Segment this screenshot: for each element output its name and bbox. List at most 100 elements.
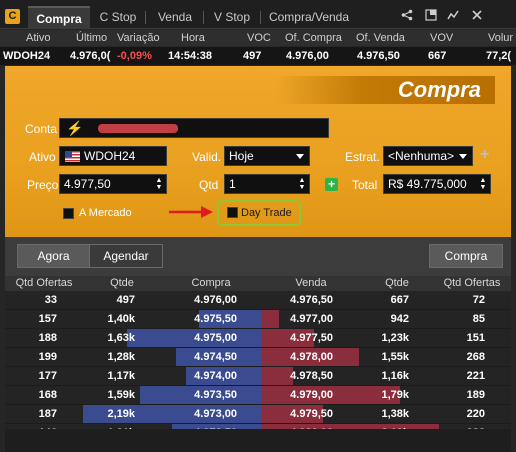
sell-quantity: 1,38k [381,408,409,420]
quote-of-compra: 4.976,00 [286,50,329,62]
arrow-right-icon [169,206,213,218]
order-panel: Compra Conta ⚡ Ativo WDOH24 Valid. Hoje … [5,66,511,276]
quote-col-header: Último [76,32,108,44]
sell-price: 4.978,00 [290,351,333,363]
valid-label: Valid. [192,150,222,164]
sell-quantity: 1,16k [381,370,409,382]
sell-quantity: 942 [390,313,409,325]
qtd-field[interactable]: 1 ▲ ▼ [224,174,310,194]
buy-price: 4.973,00 [194,408,237,420]
quote-row[interactable]: WDOH24 4.976,0( -0,09% 14:54:38 497 4.97… [0,47,516,65]
tab-v-stop[interactable]: V Stop [207,6,257,29]
app-logo-icon: C [5,9,20,24]
book-row[interactable]: 188 1,63k 4.975,00 4.977,50 1,23k 151 [5,329,511,348]
estrat-select[interactable]: <Nenhuma> [383,146,473,166]
quote-ultimo: 4.976,0( [70,50,111,62]
popout-icon[interactable] [424,9,438,23]
buy-quantity: 497 [116,294,135,306]
day-trade-checkbox[interactable] [227,207,238,218]
book-col-header: Qtd Ofertas [15,277,73,289]
sell-quantity: 1,79k [381,389,409,401]
order-title-banner: Compra [275,76,495,104]
quote-hora: 14:54:38 [168,50,213,62]
buy-offers-count: 187 [38,408,57,420]
order-window: C Compra C Stop Venda V Stop Compra/Vend… [0,0,516,452]
conta-field[interactable]: ⚡ [59,118,329,138]
tab-compra-venda[interactable]: Compra/Venda [264,6,354,29]
quote-col-header: Of. Venda [356,32,405,44]
sell-offers-count: 268 [466,351,485,363]
day-trade-label[interactable]: Day Trade [241,203,292,223]
qtd-label: Qtd [199,178,219,192]
tab-venda[interactable]: Venda [150,6,200,29]
quote-voc: 497 [243,50,262,62]
buy-offers-count: 177 [38,370,57,382]
book-col-header: Qtd Ofertas [443,277,501,289]
quote-volume: 77,2( [486,50,512,62]
total-label: Total [352,178,378,192]
qtd-value: 1 [229,177,236,191]
valid-select[interactable]: Hoje [224,146,310,166]
book-col-header: Compra [191,277,231,289]
tab-compra[interactable]: Compra [28,6,90,29]
book-row[interactable]: 187 2,19k 4.973,00 4.979,50 1,38k 220 [5,405,511,424]
chart-icon[interactable] [446,9,460,23]
qtd-stepper-icon[interactable]: ▲ ▼ [298,177,306,191]
tab-separator [203,11,204,24]
a-mercado-label[interactable]: A Mercado [79,203,132,223]
sell-quantity: 667 [390,294,409,306]
book-row[interactable]: 33 497 4.976,00 4.976,50 667 72 [5,291,511,310]
order-book: 33 497 4.976,00 4.976,50 667 72 157 1,40k 4.975,… [5,291,511,429]
buy-offers-count: 33 [44,294,57,306]
sell-offers-count: 85 [472,313,485,325]
buy-quantity: 1,59k [107,389,135,401]
preco-field[interactable]: 4.977,50 ▲ ▼ [59,174,167,194]
us-flag-icon [65,151,80,162]
ativo-field[interactable]: WDOH24 [59,146,167,166]
tab-separator [260,11,261,24]
sell-offers-count: 189 [466,389,485,401]
book-col-header: Qtde [385,277,409,289]
buy-offers-count: 188 [38,332,57,344]
chevron-down-icon [459,154,467,159]
add-strategy-icon[interactable]: + [480,146,489,164]
quote-ativo: WDOH24 [3,50,51,62]
a-mercado-checkbox[interactable] [63,208,74,219]
quote-col-header: VOC [247,32,271,44]
quote-of-venda: 4.976,50 [357,50,400,62]
submit-compra-button[interactable]: Compra [429,244,503,268]
quote-vov: 667 [428,50,447,62]
buy-price: 4.975,00 [194,332,237,344]
book-row[interactable]: 199 1,28k 4.974,50 4.978,00 1,55k 268 [5,348,511,367]
buy-price: 4.975,50 [194,313,237,325]
share-icon[interactable] [400,9,414,23]
buy-quantity: 2,19k [107,408,135,420]
ativo-label: Ativo [29,150,56,164]
book-row[interactable]: 168 1,59k 4.973,50 4.979,00 1,79k 189 [5,386,511,405]
total-field[interactable]: R$ 49.775,000 ▲ ▼ [383,174,491,194]
agora-button[interactable]: Agora [17,244,90,268]
book-row[interactable]: 157 1,40k 4.975,50 4.977,00 942 85 [5,310,511,329]
tab-c-stop[interactable]: C Stop [92,6,144,29]
agendar-button[interactable]: Agendar [89,244,163,268]
buy-offers-count: 168 [38,389,57,401]
book-row[interactable]: 177 1,17k 4.974,00 4.978,50 1,16k 221 [5,367,511,386]
book-col-header: Qtde [110,277,134,289]
conta-label: Conta [25,122,58,136]
buy-quantity: 1,40k [107,313,135,325]
sell-offers-count: 220 [466,408,485,420]
preco-stepper-icon[interactable]: ▲ ▼ [155,177,163,191]
buy-price: 4.973,50 [194,389,237,401]
add-quantity-icon[interactable]: + [325,178,338,191]
total-stepper-icon[interactable]: ▲ ▼ [479,177,487,191]
tab-separator [145,11,146,24]
buy-price: 4.974,50 [194,351,237,363]
buy-price: 4.976,00 [194,294,237,306]
book-col-header: Venda [295,277,327,289]
close-icon[interactable] [470,9,484,23]
preco-value: 4.977,50 [64,177,111,191]
quote-col-header: VOV [430,32,454,44]
sell-price: 4.977,00 [290,313,333,325]
sell-offers-count: 221 [466,370,485,382]
sell-quantity: 1,23k [381,332,409,344]
